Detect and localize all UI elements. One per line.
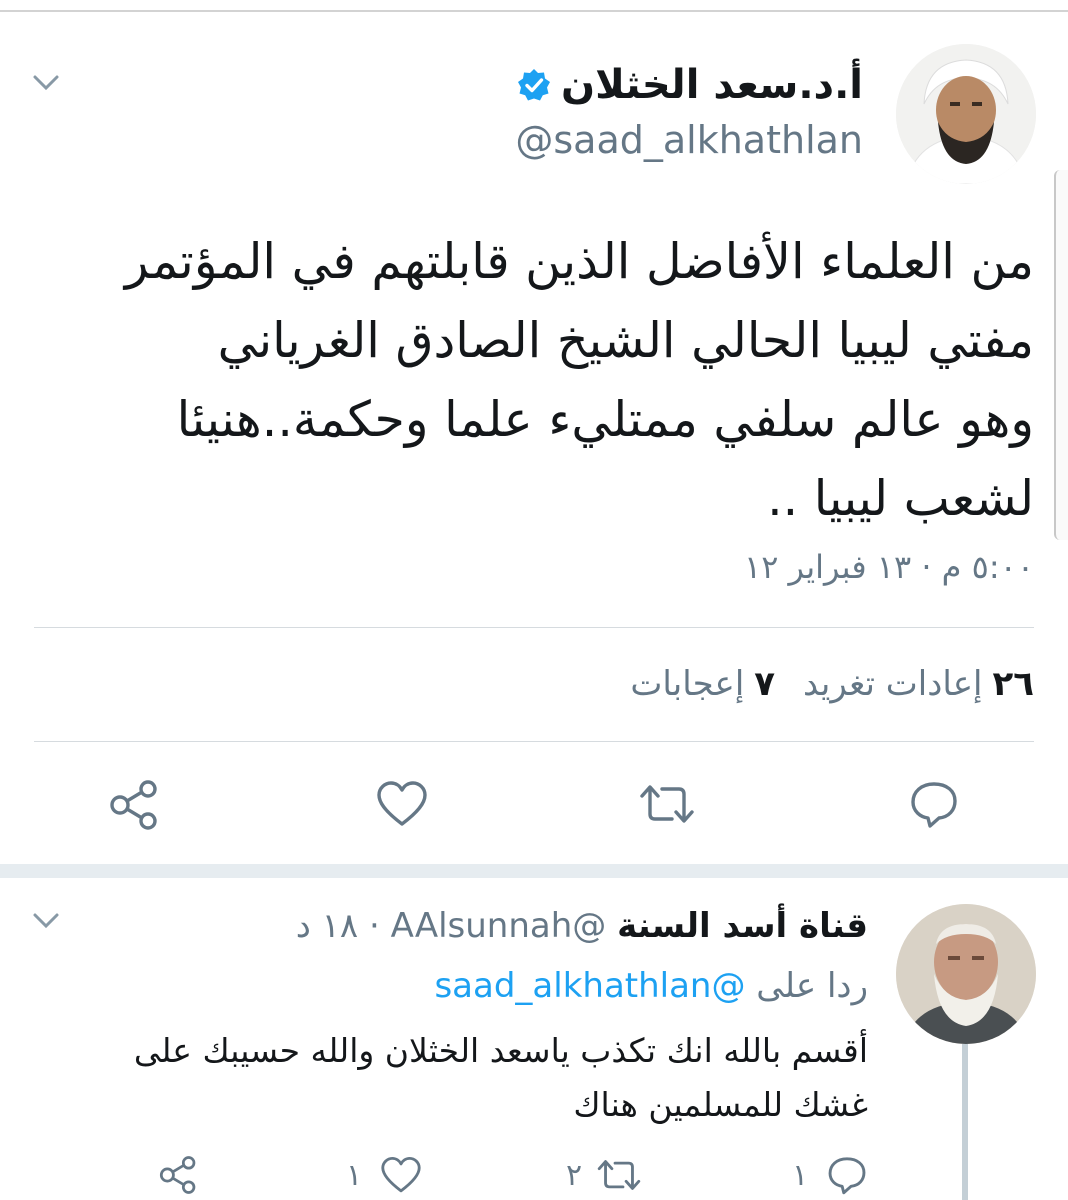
- tweet-stats: ٢٦إعادات تغريد ٧إعجابات: [630, 664, 1034, 704]
- author-name-row[interactable]: أ.د.سعد الخثلان: [517, 62, 863, 108]
- tweet-timestamp[interactable]: ٥:٠٠ م · ١٣ فبراير ١٢: [744, 548, 1034, 586]
- reply-text-line: أقسم بالله انك تكذب ياسعد الخثلان والله …: [133, 1031, 868, 1070]
- author-display-name[interactable]: أ.د.سعد الخثلان: [561, 62, 863, 108]
- reply-icon: [828, 1157, 866, 1195]
- reply-text-line: غشك للمسلمين هناك: [573, 1085, 868, 1124]
- tweet-text-line: مفتي ليبيا الحالي الشيخ الصادق الغرياني: [217, 312, 1034, 369]
- chevron-down-icon[interactable]: [32, 912, 60, 930]
- tweet-text-line: من العلماء الأفاضل الذين قابلتهم في المؤ…: [124, 233, 1034, 290]
- retweet-icon: [597, 1160, 641, 1190]
- retweet-button[interactable]: [638, 780, 696, 828]
- author-handle[interactable]: @saad_alkhathlan: [515, 118, 863, 162]
- avatar[interactable]: [896, 44, 1036, 184]
- reply-display-name[interactable]: قناة أسد السنة: [617, 906, 868, 946]
- retweet-icon: [640, 785, 694, 823]
- reply-share-button[interactable]: [158, 1156, 198, 1194]
- reply-retweet-count: ٢: [566, 1158, 583, 1193]
- heart-icon: [377, 781, 427, 826]
- share-button[interactable]: [108, 780, 160, 830]
- scrollbar[interactable]: [1054, 170, 1068, 540]
- like-button[interactable]: [376, 780, 428, 828]
- retweets-stat[interactable]: ٢٦إعادات تغريد: [803, 664, 1034, 704]
- verified-badge-icon: [518, 69, 551, 101]
- reply-text: أقسم بالله انك تكذب ياسعد الخثلان والله …: [68, 1024, 868, 1132]
- heart-icon: [381, 1156, 421, 1193]
- section-separator: [0, 864, 1068, 878]
- avatar-portrait-icon: [896, 44, 1036, 184]
- avatar-portrait-icon: [896, 904, 1036, 1044]
- reply-reply-count: ١: [792, 1158, 809, 1193]
- meta-separator: ·: [369, 906, 380, 946]
- reply-retweet-button[interactable]: [596, 1156, 642, 1194]
- retweets-label: إعادات تغريد: [803, 664, 983, 704]
- chevron-down-icon[interactable]: [32, 74, 60, 92]
- reply-button[interactable]: [908, 778, 960, 830]
- replying-to: ردا على @saad_alkhathlan: [434, 966, 868, 1006]
- likes-stat[interactable]: ٧إعجابات: [630, 664, 775, 704]
- divider: [34, 627, 1034, 628]
- divider: [34, 741, 1034, 742]
- replying-to-mention[interactable]: @saad_alkhathlan: [434, 966, 745, 1006]
- reply-reply-button[interactable]: [826, 1154, 868, 1196]
- reply-icon: [911, 782, 957, 828]
- tweet-text-line: لشعب ليبيا ..: [767, 470, 1034, 527]
- reply-like-count: ١: [346, 1158, 363, 1193]
- thread-line: [962, 1044, 968, 1200]
- reply-like-button[interactable]: [380, 1156, 422, 1194]
- tweet-text: من العلماء الأفاضل الذين قابلتهم في المؤ…: [34, 222, 1034, 538]
- reply-time[interactable]: ١٨ د: [296, 906, 358, 946]
- reply-avatar[interactable]: [896, 904, 1036, 1044]
- likes-label: إعجابات: [630, 664, 745, 704]
- share-icon: [110, 780, 157, 830]
- reply-header: قناة أسد السنة @AAlsunnah · ١٨ د: [296, 906, 868, 946]
- share-icon: [159, 1156, 196, 1194]
- reply-handle[interactable]: @AAlsunnah: [391, 906, 607, 946]
- likes-count: ٧: [754, 664, 776, 704]
- replying-prefix: ردا على: [756, 966, 868, 1006]
- retweets-count: ٢٦: [992, 664, 1034, 704]
- top-border: [0, 0, 1068, 12]
- tweet-text-line: وهو عالم سلفي ممتليء علما وحكمة..هنيئا: [176, 391, 1034, 448]
